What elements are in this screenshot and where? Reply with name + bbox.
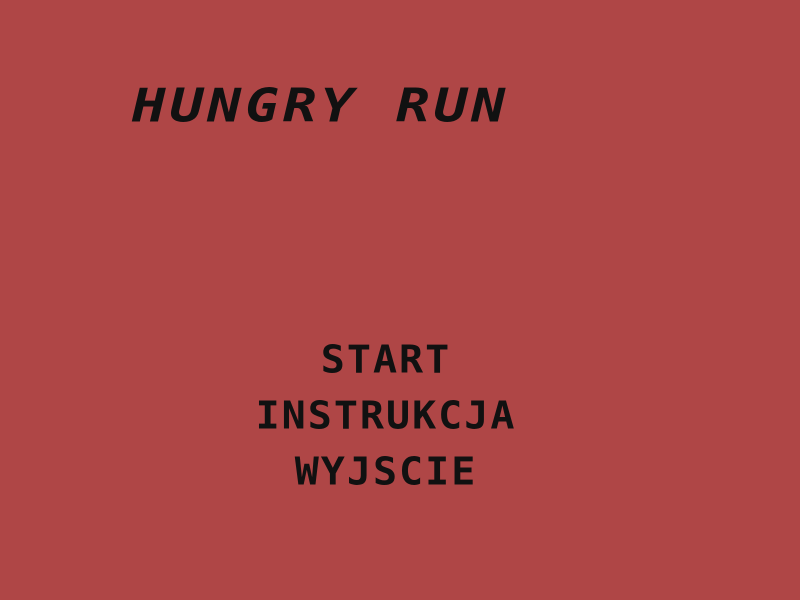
menu-item-start[interactable]: START <box>321 333 451 386</box>
menu-item-instructions[interactable]: INSTRUKCJA <box>256 389 517 442</box>
main-menu: START INSTRUKCJA WYJSCIE <box>0 332 786 500</box>
menu-item-exit[interactable]: WYJSCIE <box>295 445 478 498</box>
game-title: HUNGRY RUN <box>132 79 510 134</box>
game-screen: HUNGRY RUN START INSTRUKCJA WYJSCIE <box>0 0 800 600</box>
